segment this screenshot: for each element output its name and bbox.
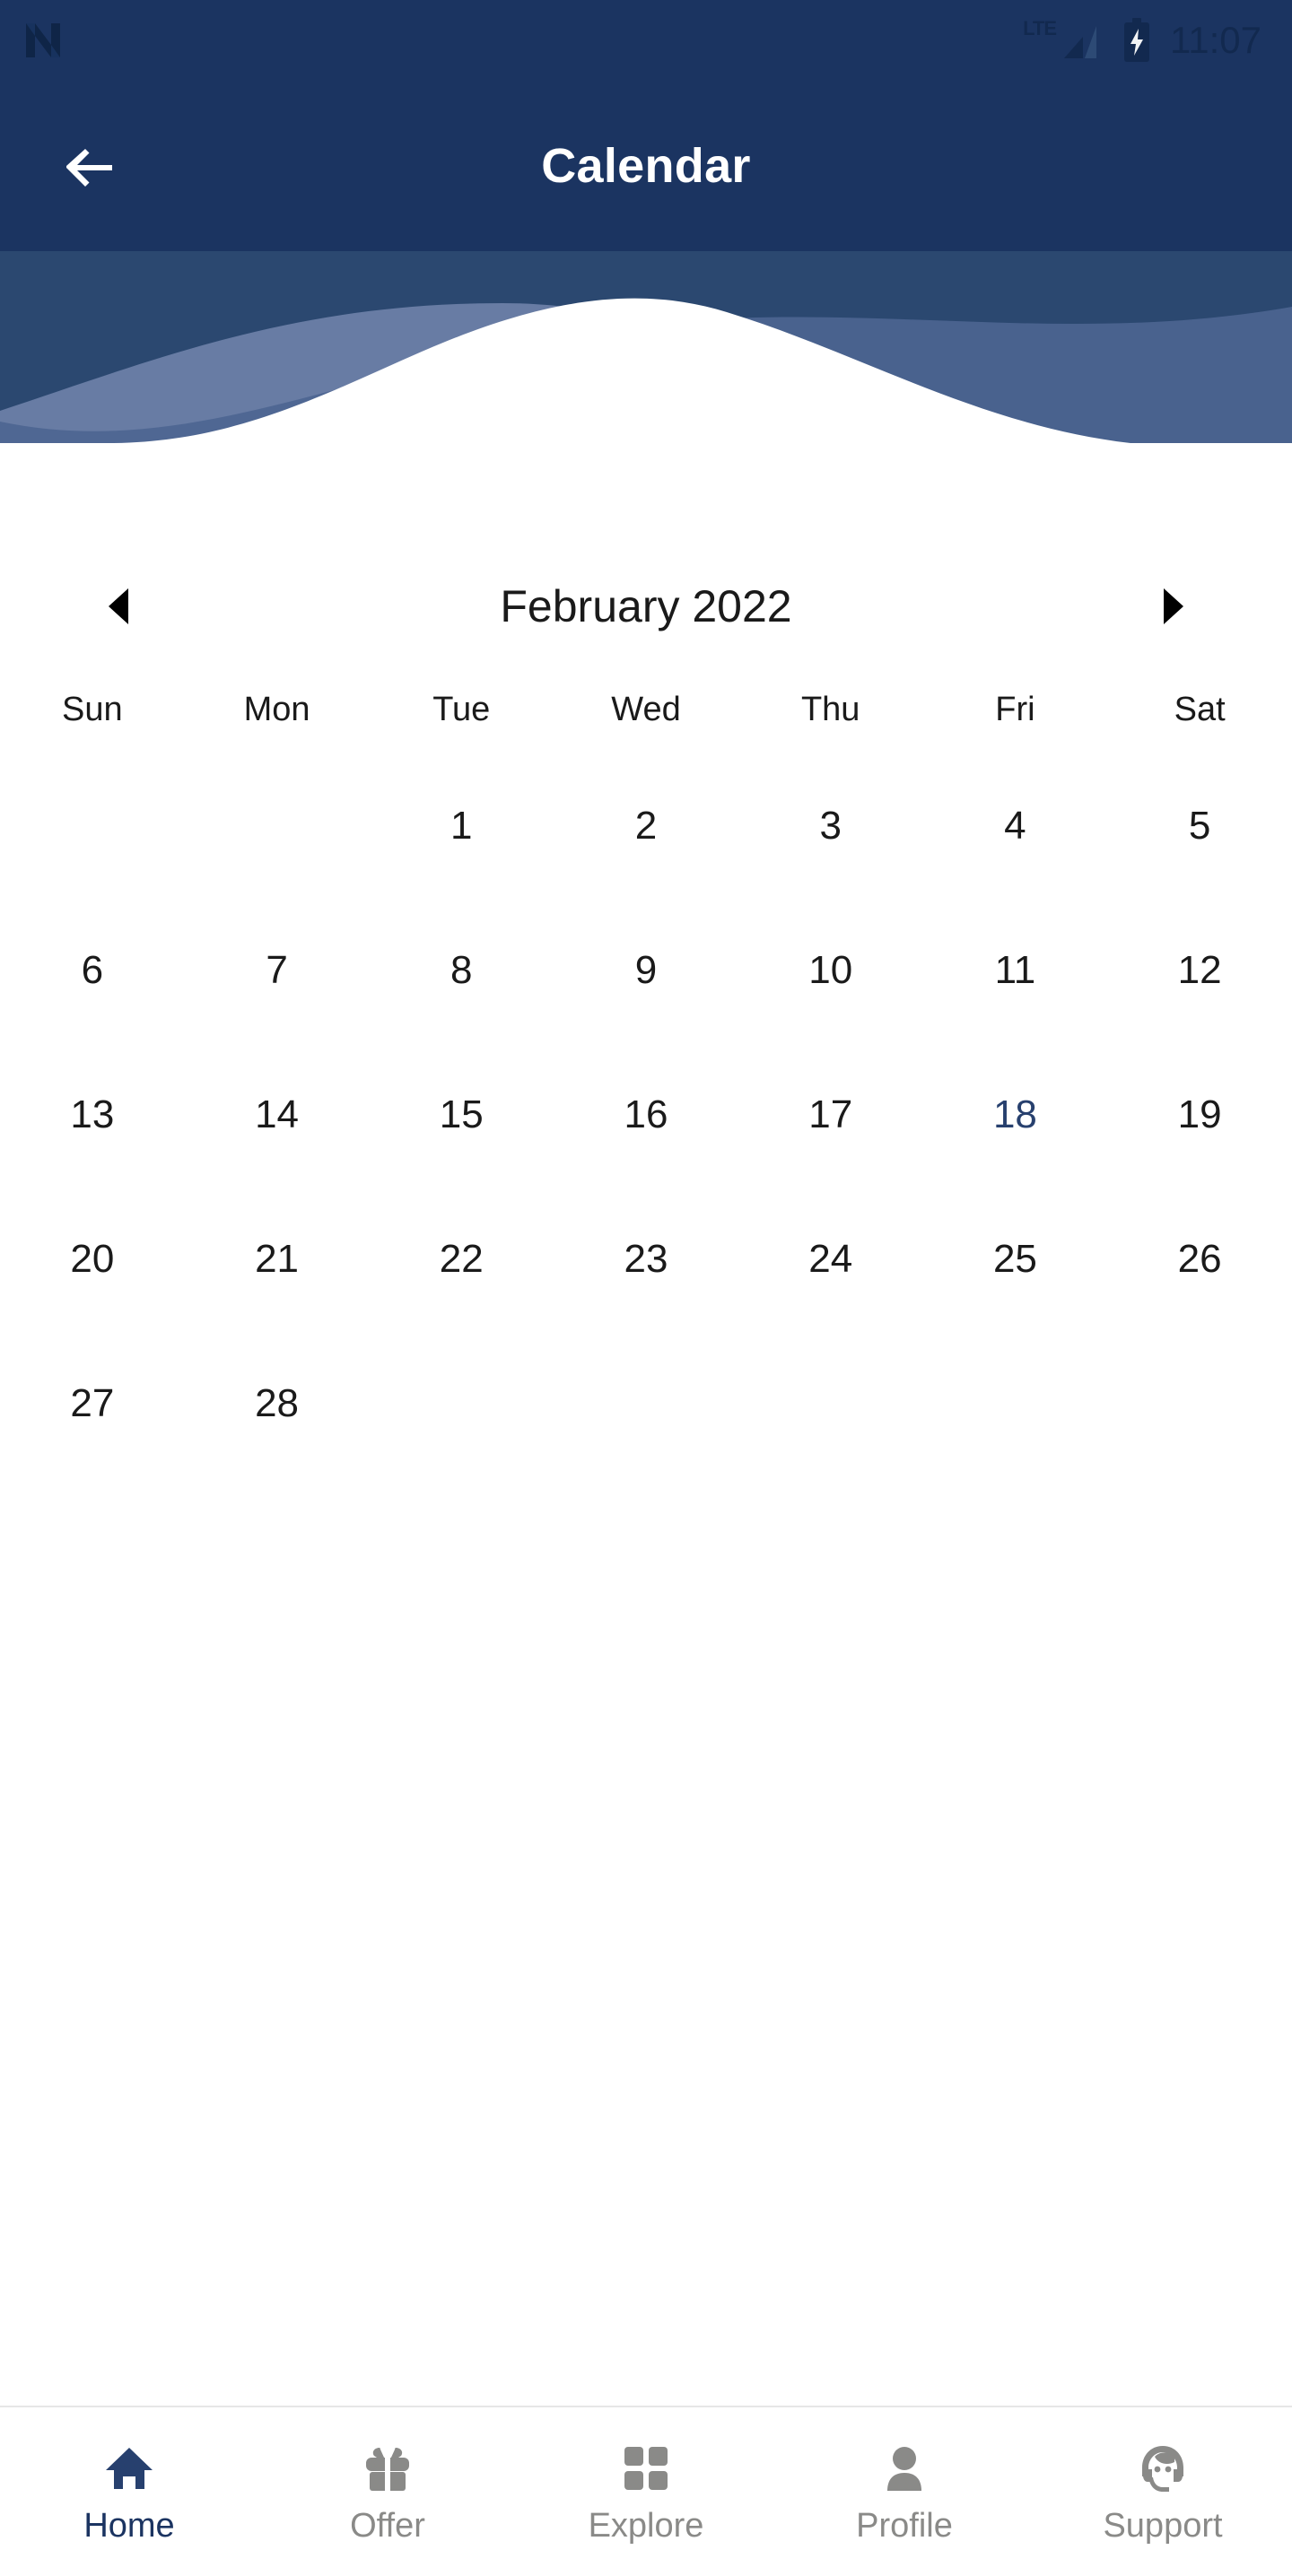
- network-label: LTE: [1023, 17, 1057, 39]
- calendar-day-12[interactable]: 12: [1107, 898, 1292, 1042]
- calendar-day-23[interactable]: 23: [554, 1187, 738, 1331]
- calendar-day-5[interactable]: 5: [1107, 753, 1292, 898]
- grid-icon: [620, 2441, 672, 2496]
- calendar-day-20[interactable]: 20: [0, 1187, 185, 1331]
- nav-item-support[interactable]: Support: [1034, 2407, 1292, 2576]
- calendar-day-17[interactable]: 17: [738, 1042, 923, 1187]
- calendar-day-2[interactable]: 2: [554, 753, 738, 898]
- calendar-day-8[interactable]: 8: [369, 898, 554, 1042]
- weekday-label-thu: Thu: [800, 690, 860, 728]
- status-bar-right: LTE 11:07: [1023, 17, 1261, 64]
- calendar-day-27[interactable]: 27: [0, 1331, 185, 1475]
- network-status: LTE: [1023, 17, 1104, 64]
- calendar-day-28[interactable]: 28: [185, 1331, 370, 1475]
- calendar-day-7[interactable]: 7: [185, 898, 370, 1042]
- gift-icon: [362, 2441, 414, 2496]
- calendar-day-24[interactable]: 24: [738, 1187, 923, 1331]
- calendar-day-grid: 1 2 3 4 5 6 7 8 9 10 11 12 13 14 15 16 17 18 19 20 21 22 23 24 2…: [0, 753, 1292, 1475]
- calendar-day-10[interactable]: 10: [738, 898, 923, 1042]
- nav-label-support: Support: [1103, 2507, 1223, 2545]
- bottom-navigation-bar: Home Offer Explore Profile Support: [0, 2406, 1292, 2576]
- home-icon: [103, 2441, 155, 2496]
- calendar-day-11[interactable]: 11: [923, 898, 1108, 1042]
- next-month-button[interactable]: [1139, 573, 1206, 640]
- calendar-day-21[interactable]: 21: [185, 1187, 370, 1331]
- nav-item-offer[interactable]: Offer: [258, 2407, 517, 2576]
- calendar-day-blank: [0, 753, 185, 898]
- weekday-label-fri: Fri: [995, 690, 1035, 728]
- triangle-left-icon: [109, 588, 128, 624]
- weekday-label-wed: Wed: [611, 690, 681, 728]
- weekday-label-sun: Sun: [62, 690, 123, 728]
- month-navigation: February 2022: [0, 547, 1292, 666]
- status-bar-clock: 11:07: [1170, 19, 1261, 61]
- status-bar: LTE 11:07: [0, 0, 1292, 81]
- signal-bars-icon: [1064, 26, 1096, 58]
- weekday-header-row: Sun Mon Tue Wed Thu Fri Sat: [0, 666, 1292, 753]
- nav-label-explore: Explore: [588, 2507, 704, 2545]
- calendar-day-14[interactable]: 14: [185, 1042, 370, 1187]
- calendar-day-25[interactable]: 25: [923, 1187, 1108, 1331]
- headset-icon: [1137, 2441, 1189, 2496]
- prev-month-button[interactable]: [86, 573, 153, 640]
- calendar-day-19[interactable]: 19: [1107, 1042, 1292, 1187]
- calendar-day-1[interactable]: 1: [369, 753, 554, 898]
- nav-item-explore[interactable]: Explore: [517, 2407, 775, 2576]
- calendar-day-4[interactable]: 4: [923, 753, 1108, 898]
- calendar-day-22[interactable]: 22: [369, 1187, 554, 1331]
- wave-banner: [0, 251, 1292, 443]
- nav-label-offer: Offer: [350, 2507, 425, 2545]
- calendar-day-15[interactable]: 15: [369, 1042, 554, 1187]
- battery-charging-icon: [1124, 18, 1149, 62]
- person-icon: [878, 2441, 930, 2496]
- month-year-label: February 2022: [500, 581, 792, 631]
- calendar-day-6[interactable]: 6: [0, 898, 185, 1042]
- wave-decoration: [0, 251, 1292, 443]
- calendar-day-13[interactable]: 13: [0, 1042, 185, 1187]
- nav-label-home: Home: [83, 2507, 175, 2545]
- calendar-day-3[interactable]: 3: [738, 753, 923, 898]
- page-title: Calendar: [541, 139, 751, 193]
- nav-item-profile[interactable]: Profile: [775, 2407, 1034, 2576]
- triangle-right-icon: [1164, 588, 1183, 624]
- nav-item-home[interactable]: Home: [0, 2407, 258, 2576]
- calendar-widget: February 2022 Sun Mon Tue Wed Thu Fri Sat 1234…: [0, 547, 1292, 1475]
- app-bar: Calendar: [0, 81, 1292, 251]
- n-logo-icon: [26, 23, 60, 57]
- calendar-day-9[interactable]: 9: [554, 898, 738, 1042]
- calendar-day-18[interactable]: 18: [923, 1042, 1108, 1187]
- nav-label-profile: Profile: [856, 2507, 953, 2545]
- calendar-day-16[interactable]: 16: [554, 1042, 738, 1187]
- weekday-label-sat: Sat: [1174, 690, 1226, 728]
- weekday-label-mon: Mon: [243, 690, 310, 728]
- calendar-day-blank: [185, 753, 370, 898]
- status-bar-left: [23, 20, 1023, 61]
- weekday-label-tue: Tue: [432, 690, 491, 728]
- calendar-day-26[interactable]: 26: [1107, 1187, 1292, 1331]
